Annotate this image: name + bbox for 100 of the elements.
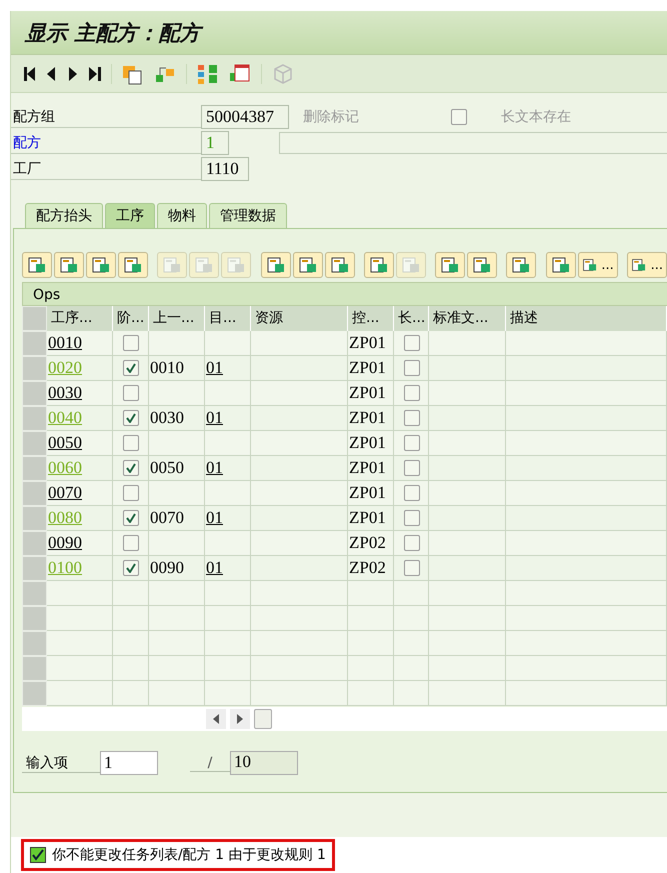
toolbar-button[interactable] [435,252,466,278]
toolbar-icon [631,256,647,274]
column-header[interactable]: 上一... [149,306,205,331]
target-link[interactable]: 01 [206,508,223,528]
tab[interactable]: 配方抬头 [25,203,103,228]
operation-link[interactable]: 0070 [48,483,82,503]
column-header[interactable]: 目... [205,306,251,331]
toolbar-button[interactable] [86,252,116,278]
checkbox[interactable] [123,510,139,526]
checkbox[interactable] [123,460,139,476]
checkbox[interactable] [404,535,420,551]
toolbar-button[interactable] [22,252,52,278]
cube-icon[interactable] [272,62,294,84]
first-icon[interactable] [23,66,35,82]
column-header[interactable]: 描述 [506,306,667,331]
table-cell: ZP02 [348,556,394,581]
scroll-right-icon[interactable] [230,709,250,729]
operation-link[interactable]: 0090 [48,533,82,553]
column-header[interactable]: 工序... [47,306,113,331]
target-link[interactable]: 01 [206,558,223,578]
entry-field[interactable]: 1 [100,751,158,775]
checkbox[interactable] [123,485,139,501]
checkbox[interactable] [404,510,420,526]
table-cell [348,606,394,631]
row-selector[interactable] [22,406,47,431]
row-selector[interactable] [22,531,47,556]
checkbox[interactable] [451,109,467,125]
toolbar-icon [400,256,421,274]
row-selector[interactable] [22,506,47,531]
table-title: Ops [22,282,667,306]
row-selector[interactable] [22,631,47,656]
structure-icon[interactable] [197,62,219,84]
toolbar-button[interactable] [546,252,576,278]
operation-link[interactable]: 0010 [48,333,82,353]
row-selector[interactable] [22,606,47,631]
toolbar-button[interactable] [324,252,355,278]
last-icon[interactable] [89,66,101,82]
column-header[interactable]: 标准文... [429,306,506,331]
checkbox[interactable] [404,485,420,501]
checkbox[interactable] [123,535,139,551]
scroll-left-icon[interactable] [206,709,226,729]
row-selector[interactable] [22,656,47,681]
toolbar-button[interactable] [506,252,536,278]
column-header[interactable]: 阶... [113,306,149,331]
row-selector[interactable] [22,381,47,406]
scroll-thumb[interactable] [254,709,272,729]
table-cell: 0050 [149,456,205,481]
toolbar-icon [194,256,214,274]
checkbox[interactable] [404,385,420,401]
target-link[interactable]: 01 [206,358,223,378]
previous-icon[interactable] [45,66,57,82]
toolbar-button[interactable] [364,252,394,278]
select-all-button[interactable] [22,306,47,331]
checkbox[interactable] [123,385,139,401]
checkbox[interactable] [404,335,420,351]
checkbox[interactable] [404,560,420,576]
checkbox[interactable] [404,460,420,476]
description-field[interactable] [279,132,667,154]
checkbox[interactable] [123,560,139,576]
menu-button[interactable]: ... [578,252,618,278]
checkbox[interactable] [123,360,139,376]
target-link[interactable]: 01 [206,408,223,428]
table-cell [113,606,149,631]
menu-button[interactable]: ... [627,252,667,278]
toolbar-button[interactable] [292,252,323,278]
row-selector[interactable] [22,581,47,606]
tab[interactable]: 工序 [105,203,155,228]
row-selector[interactable] [22,681,47,706]
toolbar-button[interactable] [467,252,498,278]
row-selector[interactable] [22,481,47,506]
row-selector[interactable] [22,431,47,456]
checkbox[interactable] [404,435,420,451]
table-cell: 0010 [149,356,205,381]
horizontal-scrollbar[interactable] [22,707,667,731]
toolbar-button[interactable] [260,252,291,278]
calendar-icon[interactable] [229,62,251,84]
column-header[interactable]: 长... [394,306,429,331]
checkbox[interactable] [123,410,139,426]
checkbox[interactable] [404,360,420,376]
column-header[interactable]: 控... [348,306,394,331]
column-header[interactable]: 资源 [251,306,348,331]
plant-field[interactable]: 1110 [201,157,249,181]
checkbox[interactable] [404,410,420,426]
row-selector[interactable] [22,356,47,381]
field-label: 长文本存在 [501,108,571,126]
row-selector[interactable] [22,556,47,581]
success-icon [30,847,46,863]
checkbox[interactable] [123,335,139,351]
tab[interactable]: 物料 [157,203,207,228]
toolbar-button[interactable] [118,252,148,278]
tab[interactable]: 管理数据 [209,203,287,228]
row-selector[interactable] [22,331,47,356]
operation-link[interactable]: 0050 [48,433,82,453]
checkbox[interactable] [123,435,139,451]
operation-link[interactable]: 0030 [48,383,82,403]
toolbar-button[interactable] [54,252,84,278]
recipe-group-field[interactable]: 50004387 [201,105,289,129]
row-selector[interactable] [22,456,47,481]
next-icon[interactable] [67,66,79,82]
target-link[interactable]: 01 [206,458,223,478]
